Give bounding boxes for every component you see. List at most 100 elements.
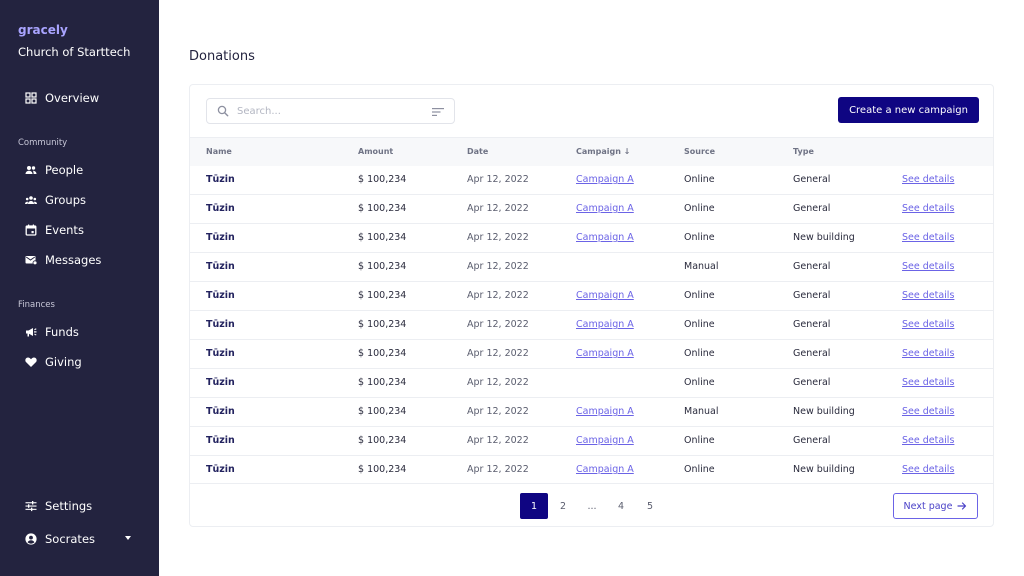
see-details-link[interactable]: See details <box>902 348 954 359</box>
cell-source: Online <box>684 290 715 301</box>
sidebar-item-label: Settings <box>45 499 93 513</box>
sidebar-item-groups[interactable]: Groups <box>0 187 159 213</box>
next-page-button[interactable]: Next page <box>893 493 978 519</box>
campaign-link[interactable]: Campaign A <box>576 464 634 475</box>
see-details-link[interactable]: See details <box>902 174 954 185</box>
campaign-link[interactable]: Campaign A <box>576 174 634 185</box>
column-header-amount[interactable]: Amount <box>358 147 393 156</box>
page-button-4[interactable]: 4 <box>607 493 635 519</box>
table-row[interactable]: Tūzin $ 100,234 Apr 12, 2022 Campaign A … <box>190 427 993 456</box>
column-header-source[interactable]: Source <box>684 147 715 156</box>
cell-type: New building <box>793 232 855 243</box>
column-header-campaign[interactable]: Campaign ↓ <box>576 147 630 156</box>
column-header-date[interactable]: Date <box>467 147 488 156</box>
campaign-link[interactable]: Campaign A <box>576 435 634 446</box>
table-row[interactable]: Tūzin $ 100,234 Apr 12, 2022 Campaign A … <box>190 311 993 340</box>
search-input[interactable] <box>237 105 417 117</box>
campaign-link[interactable]: Campaign A <box>576 232 634 243</box>
messages-icon <box>25 254 37 266</box>
table-row[interactable]: Tūzin $ 100,234 Apr 12, 2022 Online Gene… <box>190 369 993 398</box>
see-details-link[interactable]: See details <box>902 232 954 243</box>
see-details-link[interactable]: See details <box>902 435 954 446</box>
cell-type: New building <box>793 464 855 475</box>
cell-name: Tūzin <box>206 319 235 330</box>
cell-date: Apr 12, 2022 <box>467 203 529 214</box>
see-details-link[interactable]: See details <box>902 377 954 388</box>
next-page-label: Next page <box>903 500 953 512</box>
donations-table-card: Create a new campaign Name Amount Date C… <box>189 84 994 527</box>
create-campaign-button[interactable]: Create a new campaign <box>838 97 979 123</box>
page-ellipsis: ... <box>587 500 597 512</box>
people-icon <box>25 164 37 176</box>
sidebar-item-people[interactable]: People <box>0 157 159 183</box>
cell-date: Apr 12, 2022 <box>467 174 529 185</box>
campaign-link[interactable]: Campaign A <box>576 290 634 301</box>
cell-amount: $ 100,234 <box>358 232 407 243</box>
chevron-down-icon[interactable] <box>125 536 131 540</box>
cell-source: Online <box>684 203 715 214</box>
page-button-5[interactable]: 5 <box>636 493 664 519</box>
see-details-link[interactable]: See details <box>902 203 954 214</box>
cell-name: Tūzin <box>206 290 235 301</box>
cell-date: Apr 12, 2022 <box>467 319 529 330</box>
heart-icon <box>25 356 37 368</box>
table-row[interactable]: Tūzin $ 100,234 Apr 12, 2022 Manual Gene… <box>190 253 993 282</box>
see-details-link[interactable]: See details <box>902 406 954 417</box>
table-row[interactable]: Tūzin $ 100,234 Apr 12, 2022 Campaign A … <box>190 340 993 369</box>
cell-amount: $ 100,234 <box>358 290 407 301</box>
cell-amount: $ 100,234 <box>358 377 407 388</box>
megaphone-icon <box>25 326 37 338</box>
sidebar: gracely Church of Starttech Overview Com… <box>0 0 159 576</box>
cell-date: Apr 12, 2022 <box>467 290 529 301</box>
campaign-link[interactable]: Campaign A <box>576 348 634 359</box>
page-button-1[interactable]: 1 <box>520 493 548 519</box>
calendar-icon <box>25 224 37 236</box>
campaign-link[interactable]: Campaign A <box>576 406 634 417</box>
user-menu[interactable]: Socrates <box>0 526 159 552</box>
table-row[interactable]: Tūzin $ 100,234 Apr 12, 2022 Campaign A … <box>190 456 993 485</box>
page-button-2[interactable]: 2 <box>549 493 577 519</box>
section-label-community: Community <box>18 138 68 148</box>
sidebar-item-overview[interactable]: Overview <box>0 85 159 111</box>
search-box[interactable] <box>206 98 455 124</box>
table-row[interactable]: Tūzin $ 100,234 Apr 12, 2022 Campaign A … <box>190 166 993 195</box>
see-details-link[interactable]: See details <box>902 464 954 475</box>
cell-name: Tūzin <box>206 232 235 243</box>
sidebar-item-label: Overview <box>45 91 100 105</box>
see-details-link[interactable]: See details <box>902 319 954 330</box>
user-name: Socrates <box>45 532 96 546</box>
column-header-name[interactable]: Name <box>206 147 232 156</box>
cell-name: Tūzin <box>206 261 235 272</box>
filter-icon[interactable] <box>432 106 444 118</box>
campaign-link[interactable]: Campaign A <box>576 203 634 214</box>
sidebar-item-giving[interactable]: Giving <box>0 349 159 375</box>
cell-name: Tūzin <box>206 174 235 185</box>
sidebar-item-label: Messages <box>45 253 102 267</box>
table-row[interactable]: Tūzin $ 100,234 Apr 12, 2022 Campaign A … <box>190 195 993 224</box>
cell-date: Apr 12, 2022 <box>467 348 529 359</box>
sidebar-item-events[interactable]: Events <box>0 217 159 243</box>
cell-name: Tūzin <box>206 348 235 359</box>
campaign-link[interactable]: Campaign A <box>576 319 634 330</box>
cell-amount: $ 100,234 <box>358 261 407 272</box>
sidebar-item-messages[interactable]: Messages <box>0 247 159 273</box>
sidebar-item-funds[interactable]: Funds <box>0 319 159 345</box>
see-details-link[interactable]: See details <box>902 290 954 301</box>
table-row[interactable]: Tūzin $ 100,234 Apr 12, 2022 Campaign A … <box>190 282 993 311</box>
table-row[interactable]: Tūzin $ 100,234 Apr 12, 2022 Campaign A … <box>190 398 993 427</box>
cell-amount: $ 100,234 <box>358 464 407 475</box>
cell-source: Online <box>684 319 715 330</box>
column-header-type[interactable]: Type <box>793 147 814 156</box>
cell-date: Apr 12, 2022 <box>467 232 529 243</box>
cell-amount: $ 100,234 <box>358 319 407 330</box>
sidebar-item-settings[interactable]: Settings <box>0 493 159 519</box>
cell-type: New building <box>793 406 855 417</box>
cell-type: General <box>793 377 831 388</box>
cell-source: Online <box>684 232 715 243</box>
table-row[interactable]: Tūzin $ 100,234 Apr 12, 2022 Campaign A … <box>190 224 993 253</box>
sidebar-item-label: Giving <box>45 355 82 369</box>
see-details-link[interactable]: See details <box>902 261 954 272</box>
cell-date: Apr 12, 2022 <box>467 406 529 417</box>
org-name: Church of Starttech <box>18 45 131 59</box>
cell-name: Tūzin <box>206 435 235 446</box>
